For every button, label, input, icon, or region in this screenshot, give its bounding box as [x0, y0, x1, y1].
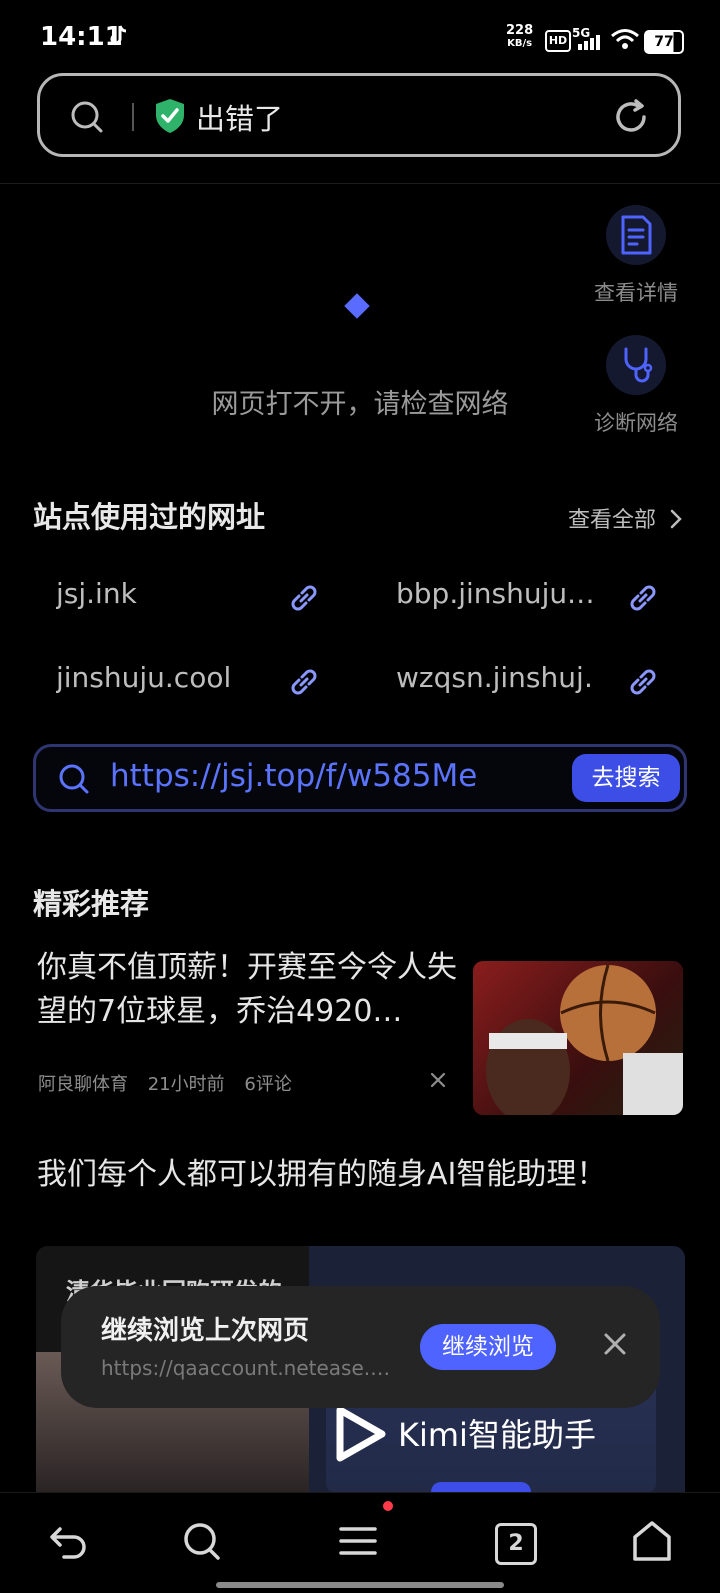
news-item[interactable]: 你真不值顶薪！开赛至今令人失望的7位球星，乔治4920… — [37, 946, 457, 1034]
page-title[interactable]: 出错了 — [196, 96, 283, 138]
gesture-bar[interactable] — [216, 1582, 504, 1588]
battery-icon: 77 — [644, 30, 684, 54]
history-site-item[interactable]: bbp.jinshuju.… — [396, 577, 596, 610]
home-icon[interactable] — [630, 1519, 674, 1563]
history-site-label: bbp.jinshuju.… — [396, 577, 596, 610]
tabs-button[interactable]: 2 — [495, 1523, 537, 1565]
ad-cta-button[interactable] — [431, 1482, 531, 1492]
news-thumbnail[interactable] — [473, 961, 683, 1115]
address-bar[interactable]: 出错了 — [37, 73, 681, 157]
ad-brand: Kimi智能助手 — [398, 1416, 596, 1454]
continue-browsing-button[interactable]: 继续浏览 — [420, 1324, 556, 1370]
link-icon[interactable] — [625, 664, 661, 700]
wifi-icon — [611, 29, 639, 49]
link-icon[interactable] — [625, 580, 661, 616]
bottom-nav: 2 — [0, 1492, 720, 1593]
close-icon[interactable] — [601, 1330, 629, 1358]
continue-title: 继续浏览上次网页 — [101, 1316, 310, 1346]
status-bar: 14:11 228 KB/s HD 5G 77 — [0, 0, 720, 72]
speed-unit: KB/s — [507, 38, 533, 49]
continue-browsing-card[interactable]: 继续浏览上次网页 https://qaaccount.netease.… 继续浏… — [61, 1286, 660, 1408]
address-divider — [132, 103, 134, 131]
history-site-item[interactable]: wzqsn.jinshuj… — [396, 661, 596, 694]
stethoscope-icon — [606, 335, 666, 395]
history-site-label: jsj.ink — [56, 577, 137, 610]
document-icon — [606, 205, 666, 265]
history-title: 站点使用过的网址 — [33, 500, 266, 534]
diagnose-network-button[interactable]: 诊断网络 — [576, 335, 696, 437]
view-all-label: 查看全部 — [568, 508, 657, 533]
menu-icon[interactable] — [337, 1519, 381, 1563]
header-divider — [0, 183, 720, 184]
signal-icon — [578, 35, 600, 50]
view-all-link[interactable]: 查看全部 — [568, 502, 683, 534]
recommend-title: 精彩推荐 — [33, 887, 150, 921]
search-icon[interactable] — [180, 1519, 224, 1563]
back-icon[interactable] — [46, 1519, 90, 1563]
news-source: 阿良聊体育 — [38, 1074, 128, 1095]
search-icon — [59, 764, 89, 794]
search-icon[interactable] — [70, 100, 104, 134]
hd-badge: HD — [545, 30, 571, 52]
suggested-url[interactable]: https://jsj.top/f/w585Me — [110, 758, 477, 794]
speed-value: 228 — [506, 23, 534, 38]
news-time: 21小时前 — [147, 1074, 225, 1095]
history-site-label: wzqsn.jinshuj… — [396, 661, 596, 694]
chevron-right-icon — [670, 509, 682, 529]
view-details-button[interactable]: 查看详情 — [576, 205, 696, 307]
history-site-item[interactable]: jinshuju.cool — [56, 661, 296, 694]
shield-check-icon — [156, 99, 184, 133]
basketball-player-image — [486, 964, 683, 1115]
error-diamond-icon — [344, 293, 370, 319]
reload-icon[interactable] — [612, 98, 650, 136]
go-search-button[interactable]: 去搜索 — [572, 754, 680, 802]
diagnose-network-label: 诊断网络 — [594, 411, 678, 435]
news-item[interactable]: 我们每个人都可以拥有的随身AI智能助理！ — [37, 1153, 673, 1197]
network-speed: 228 KB/s — [506, 24, 533, 50]
news-title[interactable]: 我们每个人都可以拥有的随身AI智能助理！ — [37, 1153, 673, 1197]
history-site-item[interactable]: jsj.ink — [56, 577, 296, 610]
view-details-label: 查看详情 — [594, 281, 678, 305]
continue-url: https://qaaccount.netease.… — [101, 1356, 391, 1380]
search-suggest-box[interactable]: https://jsj.top/f/w585Me 去搜索 — [33, 744, 687, 812]
history-site-label: jinshuju.cool — [56, 661, 232, 694]
tiktok-icon — [110, 25, 127, 45]
dismiss-icon[interactable] — [430, 1072, 446, 1088]
news-title[interactable]: 你真不值顶薪！开赛至今令人失望的7位球星，乔治4920… — [37, 946, 457, 1034]
notification-dot — [383, 1501, 393, 1511]
link-icon[interactable] — [286, 664, 322, 700]
link-icon[interactable] — [286, 580, 322, 616]
kimi-logo-icon — [336, 1406, 386, 1462]
news-comments: 6评论 — [244, 1074, 292, 1095]
news-meta: 阿良聊体育 21小时前 6评论 — [38, 1070, 292, 1096]
